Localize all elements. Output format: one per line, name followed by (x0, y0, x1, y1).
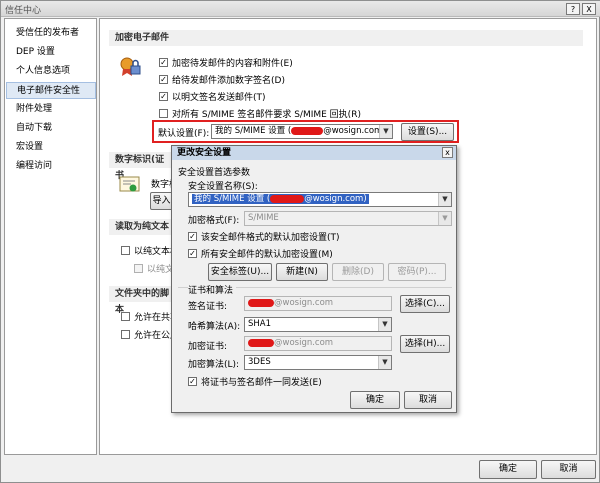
digital-id-heading: 数字标识(证书 (109, 152, 171, 181)
help-button[interactable]: ? (566, 3, 580, 15)
format-label: 加密格式(F): (188, 216, 240, 226)
default-setting-label: 默认设置(F): (158, 129, 210, 139)
nav-item-privacy[interactable]: 个人信息选项 (6, 63, 96, 80)
window-title: 信任中心 (5, 6, 42, 16)
trust-center-window: 信任中心 ? X 受信任的发布者 DEP 设置 个人信息选项 电子邮件安全性 附… (0, 0, 600, 483)
redaction-mark (248, 298, 274, 307)
hash-value: SHA1 (248, 319, 272, 329)
redaction-mark (291, 126, 324, 135)
sign-cert-value: @wosign.com (274, 298, 334, 308)
nav-item-trusted-publishers[interactable]: 受信任的发布者 (6, 25, 96, 42)
dialog-close-icon[interactable]: x (442, 147, 453, 158)
send-cert-label: 将证书与签名邮件一同发送(E) (201, 378, 322, 388)
enc-alg-combo[interactable]: 3DES ▼ (244, 355, 392, 370)
setting-name-prefix: 我的 S/MIME 设置 ( (194, 194, 271, 204)
settings-button[interactable]: 设置(S)... (401, 123, 454, 141)
format-combo[interactable]: S/MIME ▼ (244, 211, 452, 226)
setting-name-label: 安全设置名称(S): (188, 182, 258, 192)
cert-algo-group-label: 证书和算法 (188, 283, 237, 296)
add-signature-label: 给待发邮件添加数字签名(D) (172, 76, 285, 86)
dialog-ok-button[interactable]: 确定 (350, 391, 400, 409)
enc-cert-value: @wosign.com (274, 338, 334, 348)
dialog-cancel-button[interactable]: 取消 (404, 391, 452, 409)
default-format-checkbox[interactable]: ✓ (188, 232, 197, 241)
encrypt-content-label: 加密待发邮件的内容和附件(E) (172, 59, 293, 69)
hash-combo[interactable]: SHA1 ▼ (244, 317, 392, 332)
dialog-title: 更改安全设置 (177, 148, 232, 158)
delete-button[interactable]: 删除(D) (332, 263, 384, 281)
format-value: S/MIME (248, 213, 279, 223)
add-signature-checkbox[interactable]: ✓ (159, 75, 168, 84)
encrypt-content-checkbox[interactable]: ✓ (159, 58, 168, 67)
nav-item-auto-download[interactable]: 自动下载 (6, 120, 96, 137)
hash-label: 哈希算法(A): (188, 322, 241, 332)
dialog-title-bar: 更改安全设置 (172, 146, 456, 160)
plaintext-sub-checkbox[interactable] (134, 264, 143, 273)
default-setting-suffix: @wosign.com) (323, 126, 386, 136)
nav-item-attachments[interactable]: 附件处理 (6, 101, 96, 118)
security-labels-button[interactable]: 安全标签(U)... (208, 263, 272, 281)
public-folder-checkbox[interactable] (121, 330, 130, 339)
default-setting-prefix: 我的 S/MIME 设置 ( (215, 126, 292, 136)
enc-cert-field: @wosign.com (244, 336, 392, 351)
chevron-down-icon[interactable]: ▼ (378, 356, 391, 369)
clear-sign-checkbox[interactable]: ✓ (159, 92, 168, 101)
receipt-label: 对所有 S/MIME 签名邮件要求 S/MIME 回执(R) (172, 110, 361, 120)
enc-cert-label: 加密证书: (188, 342, 228, 352)
ok-button[interactable]: 确定 (479, 460, 537, 479)
default-all-label: 所有安全邮件的默认加密设置(M) (201, 250, 333, 260)
nav-item-dep[interactable]: DEP 设置 (6, 44, 96, 61)
cert-lock-icon (120, 57, 141, 76)
prefs-group-label: 安全设置首选参数 (178, 168, 251, 178)
password-button[interactable]: 密码(P)... (388, 263, 446, 281)
redaction-mark (270, 194, 305, 203)
clear-sign-label: 以明文签名发送邮件(T) (172, 93, 266, 103)
choose-sign-button[interactable]: 选择(C)... (400, 295, 450, 313)
setting-name-combo[interactable]: 我的 S/MIME 设置 ( @wosign.com) ▼ (188, 192, 452, 207)
sign-cert-field: @wosign.com (244, 296, 392, 311)
default-setting-combo[interactable]: 我的 S/MIME 设置 ( @wosign.com) ▼ (211, 124, 393, 139)
setting-name-value: 我的 S/MIME 设置 ( @wosign.com) (192, 194, 369, 204)
default-format-label: 该安全邮件格式的默认加密设置(T) (201, 233, 340, 243)
redaction-mark (248, 338, 274, 347)
chevron-down-icon[interactable]: ▼ (438, 212, 451, 225)
plaintext-checkbox[interactable] (121, 246, 130, 255)
title-bar: 信任中心 ? X (1, 1, 600, 17)
send-cert-checkbox[interactable]: ✓ (188, 377, 197, 386)
chevron-down-icon[interactable]: ▼ (438, 193, 451, 206)
change-security-dialog: 更改安全设置 x 安全设置首选参数 安全设置名称(S): 我的 S/MIME 设… (171, 145, 457, 413)
nav-item-macros[interactable]: 宏设置 (6, 139, 96, 156)
close-button[interactable]: X (582, 3, 596, 15)
default-all-checkbox[interactable]: ✓ (188, 249, 197, 258)
enc-alg-value: 3DES (248, 357, 271, 367)
encrypt-heading: 加密电子邮件 (109, 30, 583, 46)
nav-item-programmatic[interactable]: 编程访问 (6, 158, 96, 175)
cancel-button[interactable]: 取消 (541, 460, 596, 479)
plaintext-sub-label: 以纯文 (147, 265, 175, 275)
chevron-down-icon[interactable]: ▼ (378, 318, 391, 331)
shared-folder-checkbox[interactable] (121, 312, 130, 321)
nav-item-email-security[interactable]: 电子邮件安全性 (6, 82, 96, 99)
setting-name-suffix: @wosign.com) (304, 194, 367, 204)
receipt-checkbox[interactable] (159, 109, 168, 118)
nav-pane: 受信任的发布者 DEP 设置 个人信息选项 电子邮件安全性 附件处理 自动下载 … (4, 18, 97, 455)
enc-alg-label: 加密算法(L): (188, 360, 240, 370)
new-button[interactable]: 新建(N) (276, 263, 328, 281)
choose-enc-button[interactable]: 选择(H)... (400, 335, 450, 353)
folder-heading: 文件夹中的脚本 (109, 286, 171, 315)
import-button[interactable]: 导入 (150, 192, 173, 210)
certificate-icon (119, 176, 140, 192)
chevron-down-icon[interactable]: ▼ (379, 125, 392, 138)
plaintext-heading: 读取为纯文本 (109, 219, 171, 235)
sign-cert-label: 签名证书: (188, 302, 228, 312)
